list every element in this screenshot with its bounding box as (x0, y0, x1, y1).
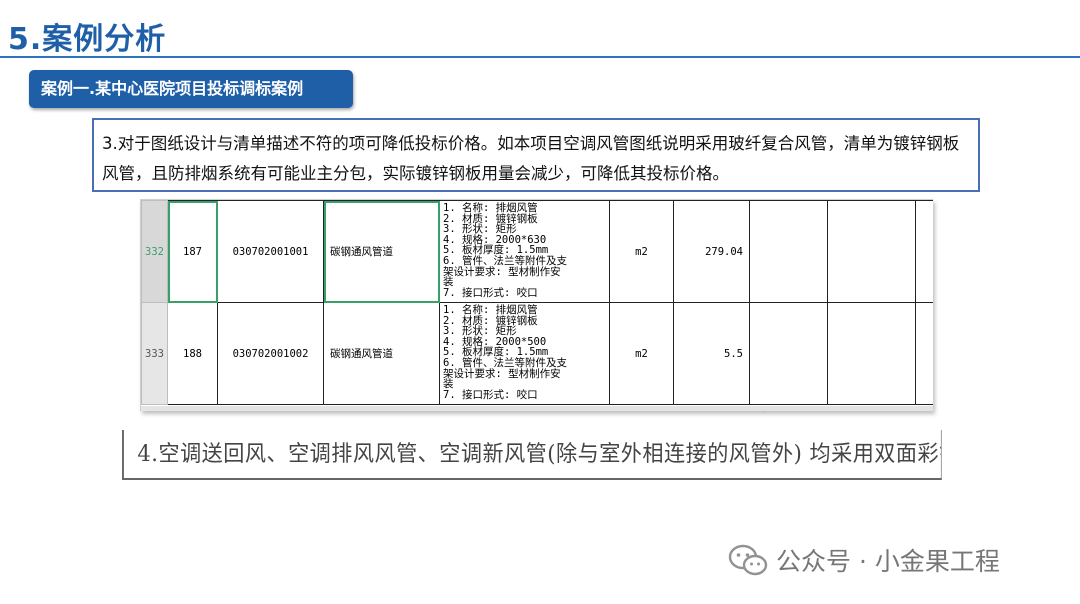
feature-line: 7. 接口形式: 咬口 (443, 388, 538, 401)
feature-line: 架设计要求: 型材制作安 (443, 265, 561, 278)
spreadsheet-excerpt: 332 187 030702001001 碳钢通风管道 1. 名称: 排烟风管 … (140, 199, 933, 411)
wechat-icon (728, 544, 768, 576)
unit-cell[interactable]: m2 (609, 200, 674, 303)
watermark: 公众号 · 小金果工程 (728, 540, 1000, 580)
quantity-cell[interactable]: 5.5 (673, 302, 750, 405)
empty-cell[interactable] (749, 302, 828, 405)
name-cell[interactable]: 碳钢通风管道 (323, 302, 440, 405)
drawing-note-excerpt: 4.空调送回风、空调排风风管、空调新风管(除与室外相连接的风管外) 均采用双面彩… (122, 430, 942, 480)
analysis-note: 3.对于图纸设计与清单描述不符的项可降低投标价格。如本项目空调风管图纸说明采用玻… (92, 118, 980, 192)
stray-mark: · (763, 408, 766, 417)
seq-cell[interactable]: 188 (167, 302, 218, 405)
seq-cell[interactable]: 187 (167, 200, 218, 303)
empty-cell[interactable] (915, 302, 933, 405)
row-number[interactable]: 333 (141, 302, 168, 405)
code-cell[interactable]: 030702001002 (217, 302, 324, 405)
table-row[interactable]: 332 187 030702001001 碳钢通风管道 1. 名称: 排烟风管 … (141, 200, 933, 303)
table-row[interactable]: 333 188 030702001002 碳钢通风管道 1. 名称: 排烟风管 … (141, 302, 933, 405)
feature-line: 1. 名称: 排烟风管 (443, 202, 538, 214)
row-number[interactable]: 332 (141, 200, 168, 303)
page-title: 5.案例分析 (8, 22, 167, 57)
empty-cell[interactable] (827, 200, 916, 303)
features-cell[interactable]: 1. 名称: 排烟风管 2. 材质: 镀锌钢板 3. 形状: 矩形 4. 规格:… (439, 200, 610, 303)
unit-cell[interactable]: m2 (609, 302, 674, 405)
feature-line: 6. 管件、法兰等附件及支 (443, 254, 567, 267)
feature-line: 1. 名称: 排烟风管 (443, 304, 538, 316)
case-label-badge: 案例一.某中心医院项目投标调标案例 (29, 70, 353, 108)
code-cell[interactable]: 030702001001 (217, 200, 324, 303)
empty-cell[interactable] (915, 200, 933, 303)
features-cell[interactable]: 1. 名称: 排烟风管 2. 材质: 镀锌钢板 3. 形状: 矩形 4. 规格:… (439, 302, 610, 405)
name-cell[interactable]: 碳钢通风管道 (323, 200, 440, 303)
empty-cell[interactable] (749, 200, 828, 303)
sheet-bottom-strip (141, 406, 933, 411)
watermark-text: 公众号 · 小金果工程 (776, 547, 1000, 576)
bill-of-quantities-table: 332 187 030702001001 碳钢通风管道 1. 名称: 排烟风管 … (141, 200, 933, 405)
feature-line: 架设计要求: 型材制作安 (443, 367, 561, 380)
quantity-cell[interactable]: 279.04 (673, 200, 750, 303)
feature-line: 6. 管件、法兰等附件及支 (443, 356, 567, 369)
title-divider (0, 56, 1080, 58)
empty-cell[interactable] (827, 302, 916, 405)
feature-line: 7. 接口形式: 咬口 (443, 286, 538, 299)
